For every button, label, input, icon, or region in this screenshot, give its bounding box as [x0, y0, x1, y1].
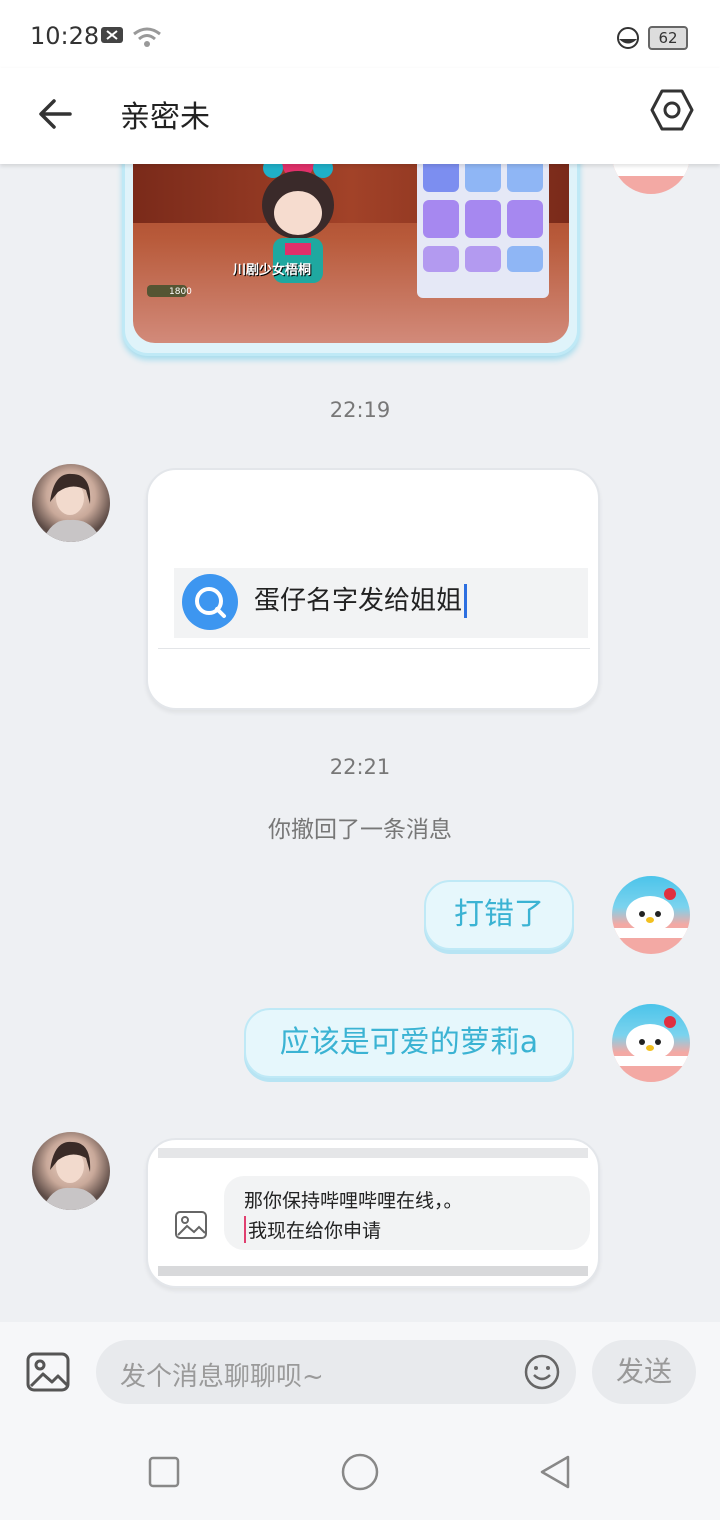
notification-x-icon	[101, 27, 123, 43]
chat-bubble[interactable]: 应该是可爱的萝莉a	[244, 1008, 574, 1078]
hello-kitty-icon	[612, 888, 690, 938]
emoji-icon[interactable]	[524, 1354, 560, 1390]
user-portrait-icon	[42, 473, 102, 542]
send-button[interactable]: 发送	[592, 1340, 696, 1404]
back-triangle-icon[interactable]	[538, 1454, 572, 1490]
image-icon	[175, 1211, 207, 1239]
wifi-icon	[133, 27, 161, 47]
status-bar: 10:28 62	[0, 0, 720, 68]
preview-line-2: 我现在给你申请	[244, 1216, 381, 1243]
clock: 10:28	[30, 22, 100, 50]
message-preview: 那你保持哔哩哔哩在线，。 我现在给你申请	[224, 1176, 590, 1250]
search-text: 蛋仔名字发给姐姐	[254, 584, 468, 618]
avatar[interactable]	[32, 464, 110, 542]
arrow-left-icon[interactable]	[36, 94, 76, 134]
avatar[interactable]	[612, 1004, 690, 1082]
home-circle-icon[interactable]	[340, 1452, 380, 1492]
image-card-message[interactable]: 那你保持哔哩哔哩在线，。 我现在给你申请	[146, 1138, 600, 1288]
avatar[interactable]	[612, 876, 690, 954]
search-icon	[182, 574, 238, 630]
recalled-notice: 你撤回了一条消息	[268, 817, 452, 843]
chat-bubble[interactable]: 打错了	[424, 880, 574, 950]
recents-square-icon[interactable]	[148, 1456, 180, 1488]
search-card-message[interactable]: 蛋仔名字发给姐姐	[146, 468, 600, 710]
avatar[interactable]	[32, 1132, 110, 1210]
preview-line-1: 那你保持哔哩哔哩在线，。	[244, 1190, 463, 1212]
message-input[interactable]: 发个消息聊聊呗~	[96, 1340, 576, 1404]
game-screenshot-image: 川剧少女梧桐 1800	[133, 133, 569, 343]
input-placeholder: 发个消息聊聊呗~	[120, 1362, 324, 1392]
page-title: 亲密未	[120, 100, 210, 135]
hexagon-settings-icon[interactable]	[650, 88, 694, 132]
chat-header: 亲密未	[0, 68, 720, 164]
game-price: 1800	[169, 287, 192, 297]
timestamp: 22:21	[329, 755, 391, 779]
user-portrait-icon	[42, 1141, 102, 1210]
search-bar: 蛋仔名字发给姐姐	[174, 568, 588, 638]
moon-mode-icon	[617, 27, 639, 49]
hello-kitty-icon	[612, 1016, 690, 1066]
timestamp: 22:19	[329, 398, 391, 422]
battery-indicator: 62	[648, 26, 688, 50]
divider	[158, 648, 590, 649]
input-bar: 发个消息聊聊呗~ 发送	[0, 1322, 720, 1422]
system-nav-bar	[0, 1422, 720, 1520]
image-picker-icon[interactable]	[26, 1352, 70, 1392]
game-caption: 川剧少女梧桐	[233, 263, 312, 278]
